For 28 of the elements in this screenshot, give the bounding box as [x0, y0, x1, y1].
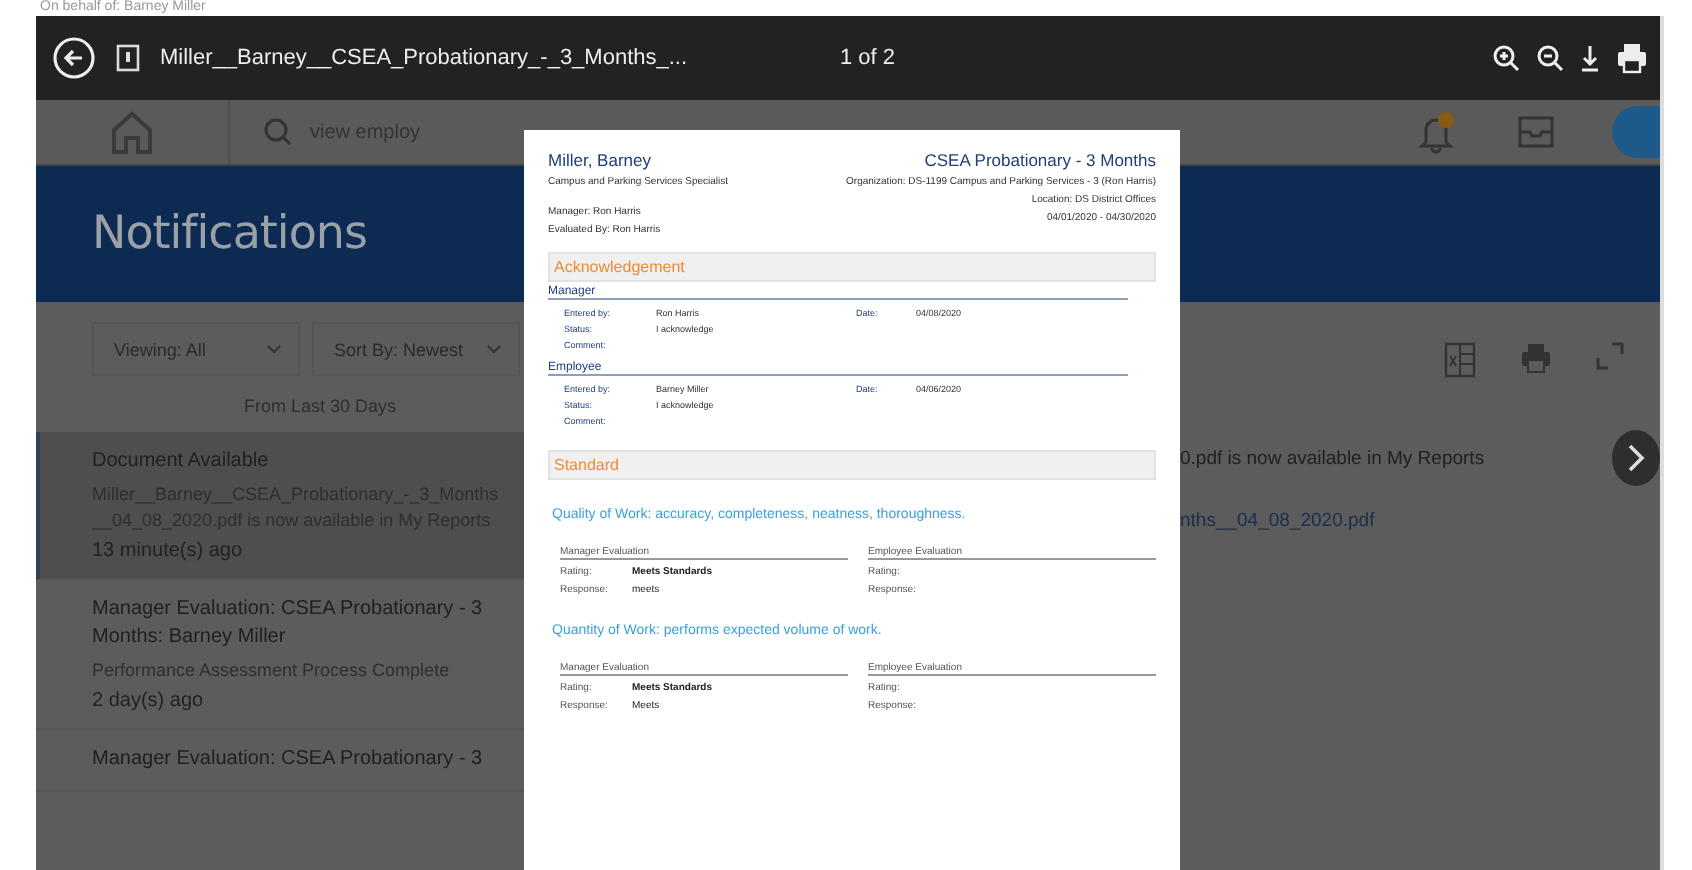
- notification-message: 0.pdf is now available in My Reports: [1180, 447, 1485, 469]
- section-heading: Standard: [548, 450, 1156, 480]
- chevron-right-icon: [1626, 444, 1646, 472]
- document-link[interactable]: nths__04_08_2020.pdf: [1180, 510, 1660, 532]
- next-button[interactable]: [1612, 430, 1660, 486]
- back-icon[interactable]: [52, 36, 96, 80]
- notification-title: Manager Evaluation: CSEA Probationary - 3: [92, 746, 485, 774]
- section-heading: Acknowledgement: [548, 252, 1156, 282]
- notification-time: 2 day(s) ago: [92, 690, 206, 712]
- print-icon[interactable]: [1616, 42, 1648, 74]
- search-icon: [262, 116, 294, 148]
- form-title: CSEA Probationary - 3 Months: [924, 150, 1156, 170]
- file-name: Miller__Barney__CSEA_Probationary_-_3_Months_...: [160, 46, 690, 70]
- chevron-down-icon: [486, 344, 502, 354]
- bell-icon[interactable]: [1416, 110, 1460, 154]
- download-icon[interactable]: [1580, 44, 1600, 72]
- expand-icon[interactable]: [1596, 342, 1624, 370]
- inbox-icon[interactable]: [1516, 114, 1556, 150]
- page-title: Notifications: [92, 208, 367, 260]
- notification-title: Manager Evaluation: CSEA Probationary - 3 Months: Barney Miller: [92, 596, 485, 652]
- page-indicator: 1 of 2: [840, 46, 898, 70]
- chevron-down-icon: [266, 344, 282, 354]
- zoom-in-icon[interactable]: [1492, 44, 1520, 72]
- document-icon: [116, 44, 140, 72]
- employee-name: Miller, Barney: [548, 150, 653, 170]
- spreadsheet-icon[interactable]: [1444, 342, 1476, 378]
- home-icon[interactable]: [108, 110, 156, 154]
- zoom-out-icon[interactable]: [1536, 44, 1564, 72]
